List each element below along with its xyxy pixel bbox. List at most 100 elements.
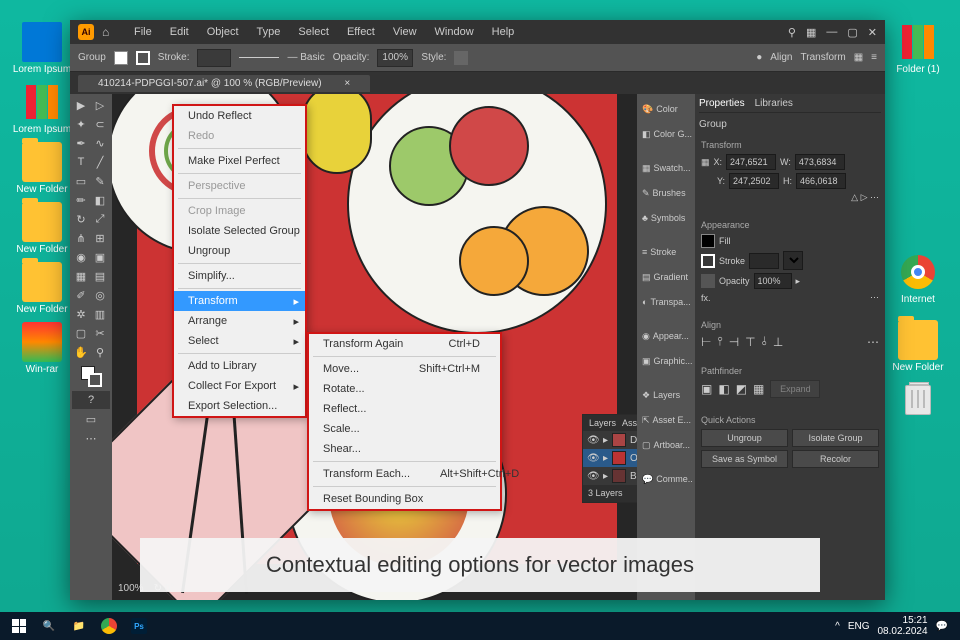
align-left-icon[interactable]: ⊢: [701, 335, 711, 349]
x-input[interactable]: [726, 154, 776, 170]
cm-collect-for-export[interactable]: Collect For Export: [174, 376, 305, 396]
stroke-swatch[interactable]: [701, 254, 715, 268]
cm-arrange[interactable]: Arrange: [174, 311, 305, 331]
paintbrush-tool[interactable]: ✎: [91, 172, 109, 190]
opacity-input[interactable]: [754, 273, 792, 289]
cm-perspective[interactable]: Perspective: [174, 176, 305, 196]
close-button[interactable]: ✕: [868, 26, 877, 39]
taskbar-explorer[interactable]: 📁: [64, 614, 94, 638]
y-input[interactable]: [729, 173, 779, 189]
tab-asset-export[interactable]: Asset Export: [622, 418, 637, 428]
menu-help[interactable]: Help: [484, 23, 523, 41]
panel-btn-artboards[interactable]: ▢ Artboar...: [639, 434, 693, 456]
panel-btn-gradient[interactable]: ▤ Gradient: [639, 266, 693, 288]
arrange-docs-icon[interactable]: ▦: [806, 26, 816, 39]
language-indicator[interactable]: ENG: [848, 621, 870, 632]
minimize-button[interactable]: —: [826, 26, 837, 39]
maximize-button[interactable]: ▢: [847, 26, 857, 39]
cm-add-to-library[interactable]: Add to Library: [174, 356, 305, 376]
pf-exclude-icon[interactable]: ▦: [753, 382, 764, 396]
taskbar-chrome[interactable]: [94, 614, 124, 638]
cm-crop-image[interactable]: Crop Image: [174, 201, 305, 221]
expand-icon[interactable]: ▸: [603, 471, 608, 482]
screen-mode-icon[interactable]: ▭: [72, 410, 110, 428]
stroke-swatch[interactable]: [136, 51, 150, 65]
qa-isolate-button[interactable]: Isolate Group: [792, 429, 879, 447]
fx-more-icon[interactable]: ⋯: [870, 292, 879, 303]
tray-up-icon[interactable]: ^: [835, 621, 840, 632]
w-input[interactable]: [795, 154, 845, 170]
menu-view[interactable]: View: [385, 23, 425, 41]
desktop-icon-winrar[interactable]: Win-rar: [12, 322, 72, 375]
qa-savesymbol-button[interactable]: Save as Symbol: [701, 450, 788, 468]
visibility-icon[interactable]: 👁: [587, 471, 599, 482]
opacity-input[interactable]: [377, 49, 413, 67]
tab-close-icon[interactable]: ×: [334, 75, 360, 92]
pf-intersect-icon[interactable]: ◩: [736, 382, 747, 396]
menu-select[interactable]: Select: [290, 23, 337, 41]
lasso-tool[interactable]: ⊂: [91, 115, 109, 133]
cm-ungroup[interactable]: Ungroup: [174, 241, 305, 261]
panel-btn-graphicstyles[interactable]: ▣ Graphic...: [639, 350, 693, 372]
cm-isolate-group[interactable]: Isolate Selected Group: [174, 221, 305, 241]
symbol-sprayer-tool[interactable]: ✲: [72, 305, 90, 323]
visibility-icon[interactable]: 👁: [587, 435, 599, 446]
hand-tool[interactable]: ✋: [72, 343, 90, 361]
start-button[interactable]: [4, 614, 34, 638]
opacity-dropdown-icon[interactable]: ▸: [796, 276, 801, 287]
align-hcenter-icon[interactable]: ⫯: [717, 334, 722, 349]
canvas[interactable]: 100% ↻ 0° Layers Asset Export Artboards …: [112, 94, 637, 600]
perspective-tool[interactable]: ▣: [91, 248, 109, 266]
pf-unite-icon[interactable]: ▣: [701, 382, 712, 396]
align-right-icon[interactable]: ⊣: [729, 335, 739, 349]
shaper-tool[interactable]: ✏: [72, 191, 90, 209]
desktop-icon-folder[interactable]: New Folder: [888, 320, 948, 373]
panel-btn-colorguide[interactable]: ◧ Color G...: [639, 123, 693, 145]
selection-tool[interactable]: ▶: [72, 96, 90, 114]
menu-window[interactable]: Window: [427, 23, 482, 41]
artboard-tool[interactable]: ▢: [72, 324, 90, 342]
desktop-icon-pc[interactable]: Lorem Ipsum: [12, 22, 72, 75]
panel-btn-brushes[interactable]: ✎ Brushes: [639, 182, 693, 204]
cm-select[interactable]: Select: [174, 331, 305, 351]
fill-swatch[interactable]: [701, 234, 715, 248]
curvature-tool[interactable]: ∿: [91, 134, 109, 152]
cm-scale[interactable]: Scale...: [309, 419, 500, 439]
rotate-tool[interactable]: ↻: [72, 210, 90, 228]
panel-btn-assetexport[interactable]: ⇱ Asset E...: [639, 409, 693, 431]
free-transform-tool[interactable]: ⊞: [91, 229, 109, 247]
cm-export-selection[interactable]: Export Selection...: [174, 396, 305, 416]
stroke-dropdown[interactable]: [783, 251, 803, 270]
additional-icon[interactable]: ▦: [854, 52, 863, 63]
desktop-icon-folder[interactable]: New Folder: [12, 202, 72, 255]
slice-tool[interactable]: ✂: [91, 324, 109, 342]
pen-tool[interactable]: ✒: [72, 134, 90, 152]
panel-btn-color[interactable]: 🎨 Color: [639, 98, 693, 120]
qa-ungroup-button[interactable]: Ungroup: [701, 429, 788, 447]
panel-btn-symbols[interactable]: ♣ Symbols: [639, 207, 693, 229]
tab-layers[interactable]: Layers: [589, 418, 616, 428]
pf-expand-button[interactable]: Expand: [770, 380, 820, 398]
cm-transform[interactable]: Transform: [174, 291, 305, 311]
fill-swatch[interactable]: [114, 51, 128, 65]
brush-basic[interactable]: Basic: [300, 52, 324, 63]
cm-shear[interactable]: Shear...: [309, 439, 500, 459]
align-vcenter-icon[interactable]: ⫰: [762, 334, 767, 349]
blend-tool[interactable]: ◎: [91, 286, 109, 304]
home-icon[interactable]: ⌂: [102, 25, 118, 39]
menu-file[interactable]: File: [126, 23, 160, 41]
panel-btn-layers[interactable]: ❖ Layers: [639, 384, 693, 406]
cm-undo-reflect[interactable]: Undo Reflect: [174, 106, 305, 126]
fx-label[interactable]: fx.: [701, 293, 711, 303]
transform-label[interactable]: Transform: [801, 52, 846, 63]
draw-mode-icon[interactable]: ?: [72, 391, 110, 409]
eyedropper-tool[interactable]: ✐: [72, 286, 90, 304]
stroke-weight-input[interactable]: [749, 253, 779, 269]
graph-tool[interactable]: ▥: [91, 305, 109, 323]
desktop-icon-folder[interactable]: New Folder: [12, 262, 72, 315]
menu-effect[interactable]: Effect: [339, 23, 383, 41]
stroke-weight-input[interactable]: [197, 49, 231, 67]
scale-tool[interactable]: ⤢: [91, 210, 109, 228]
expand-icon[interactable]: ▸: [603, 453, 608, 464]
fill-stroke-icon[interactable]: [72, 362, 110, 390]
